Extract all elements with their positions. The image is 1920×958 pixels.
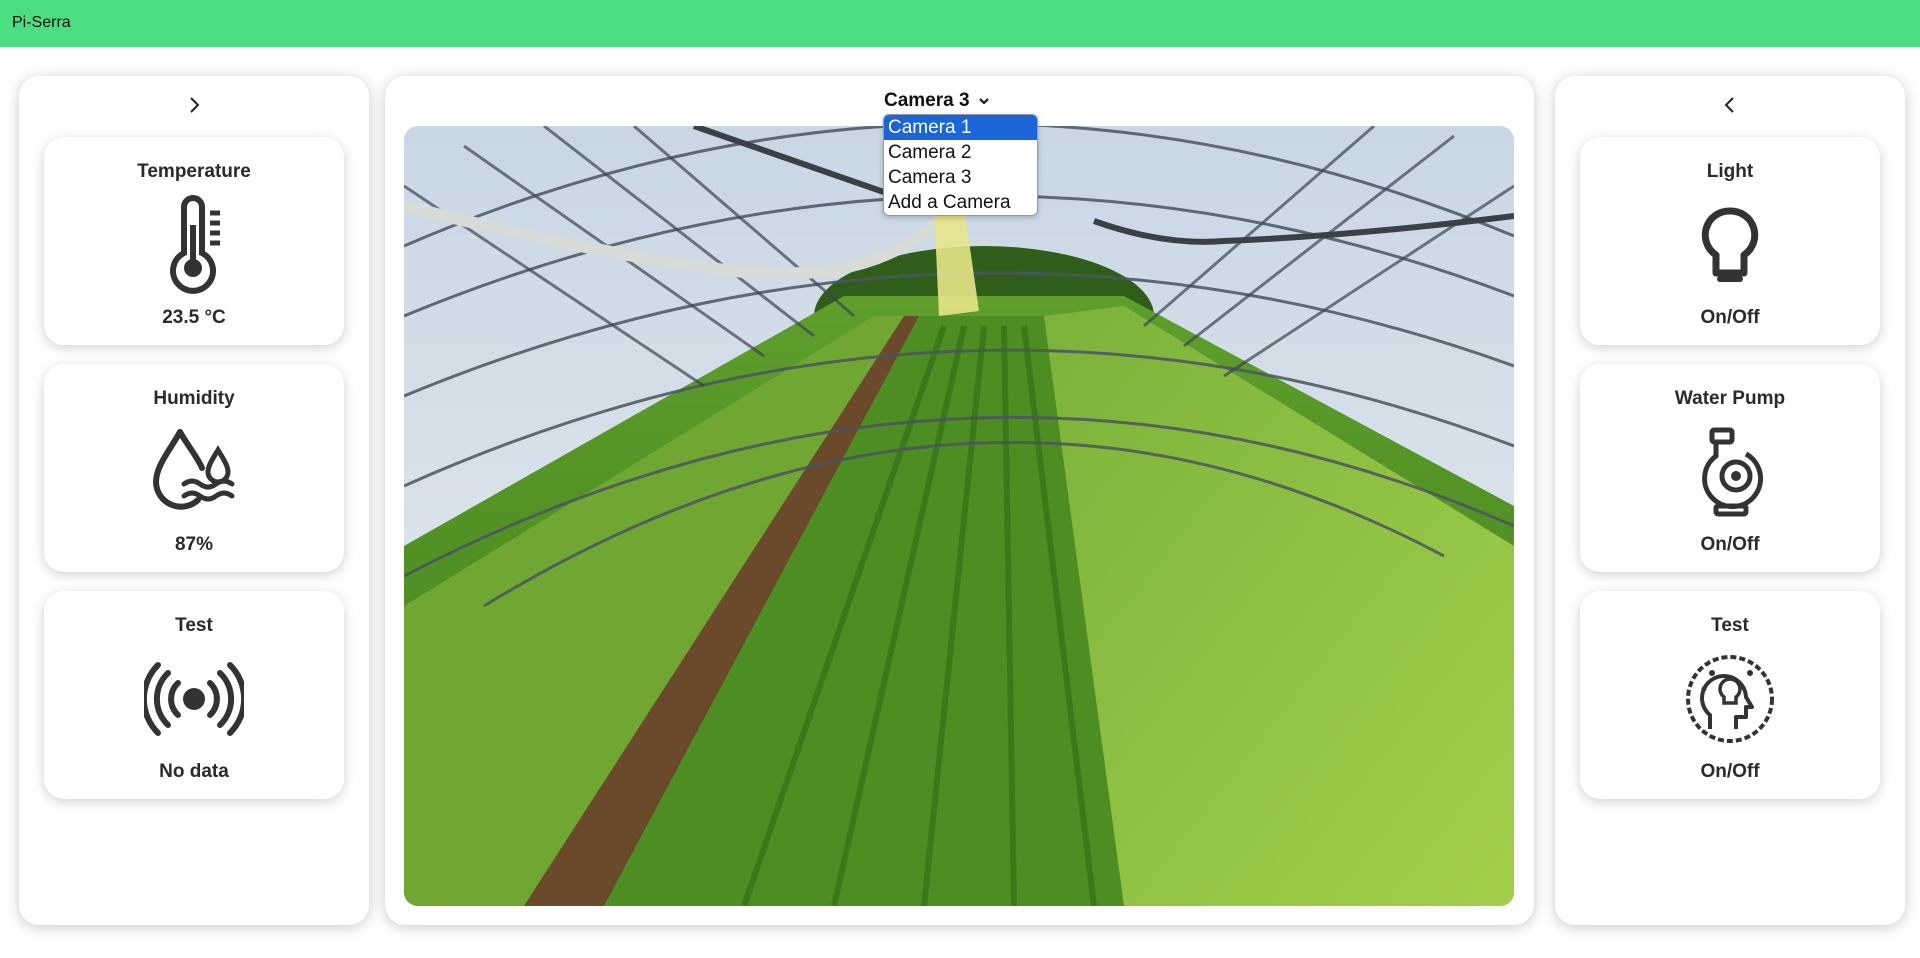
chevron-down-icon xyxy=(978,98,989,105)
light-bulb-icon xyxy=(1680,195,1780,295)
light-value: On/Off xyxy=(1700,307,1760,328)
card-title: Light xyxy=(1706,161,1754,182)
card-title: Humidity xyxy=(153,388,235,409)
test-actuator-value: On/Off xyxy=(1700,761,1760,782)
chevron-left-icon xyxy=(1724,97,1734,113)
app-title: Pi-Serra xyxy=(12,14,71,31)
camera-select-value: Camera 3 xyxy=(884,90,970,111)
water-pump-card[interactable]: Water Pump On/Off xyxy=(1580,364,1880,572)
card-title: Water Pump xyxy=(1674,388,1786,409)
light-card[interactable]: Light On/Off xyxy=(1580,137,1880,345)
test-sensor-card[interactable]: Test No data xyxy=(44,591,344,799)
card-title: Test xyxy=(1711,615,1749,636)
card-title: Temperature xyxy=(137,161,251,182)
add-camera-option[interactable]: Add a Camera xyxy=(884,190,1037,215)
sensor-panel: Temperature 23.5 °C Humidity 87% Test No… xyxy=(19,76,369,925)
top-bar: Pi-Serra xyxy=(0,0,1920,47)
idea-head-icon xyxy=(1680,649,1780,749)
camera-option-3[interactable]: Camera 3 xyxy=(884,165,1037,190)
camera-feed-image xyxy=(404,126,1514,906)
actuator-panel: Light On/Off Water Pump On/Off Test On/O… xyxy=(1555,76,1905,925)
water-pump-value: On/Off xyxy=(1700,534,1760,555)
test-actuator-card[interactable]: Test On/Off xyxy=(1580,591,1880,799)
temperature-card[interactable]: Temperature 23.5 °C xyxy=(44,137,344,345)
chevron-right-icon xyxy=(190,97,200,113)
collapse-panel-button[interactable] xyxy=(1715,90,1745,120)
thermometer-icon xyxy=(144,195,244,295)
camera-option-2[interactable]: Camera 2 xyxy=(884,140,1037,165)
humidity-value: 87% xyxy=(174,534,214,555)
camera-select[interactable]: Camera 3 xyxy=(884,88,990,114)
signal-broadcast-icon xyxy=(144,649,244,749)
camera-panel: Camera 3 Camera 1 Camera 2 Camera 3 Add … xyxy=(385,76,1534,925)
camera-dropdown: Camera 1 Camera 2 Camera 3 Add a Camera xyxy=(883,114,1038,216)
test-sensor-value: No data xyxy=(159,761,229,782)
humidity-drops-icon xyxy=(144,422,244,522)
humidity-card[interactable]: Humidity 87% xyxy=(44,364,344,572)
card-title: Test xyxy=(175,615,213,636)
temperature-value: 23.5 °C xyxy=(162,307,226,328)
water-pump-icon xyxy=(1680,422,1780,522)
camera-option-1[interactable]: Camera 1 xyxy=(884,115,1037,140)
expand-panel-button[interactable] xyxy=(179,90,209,120)
